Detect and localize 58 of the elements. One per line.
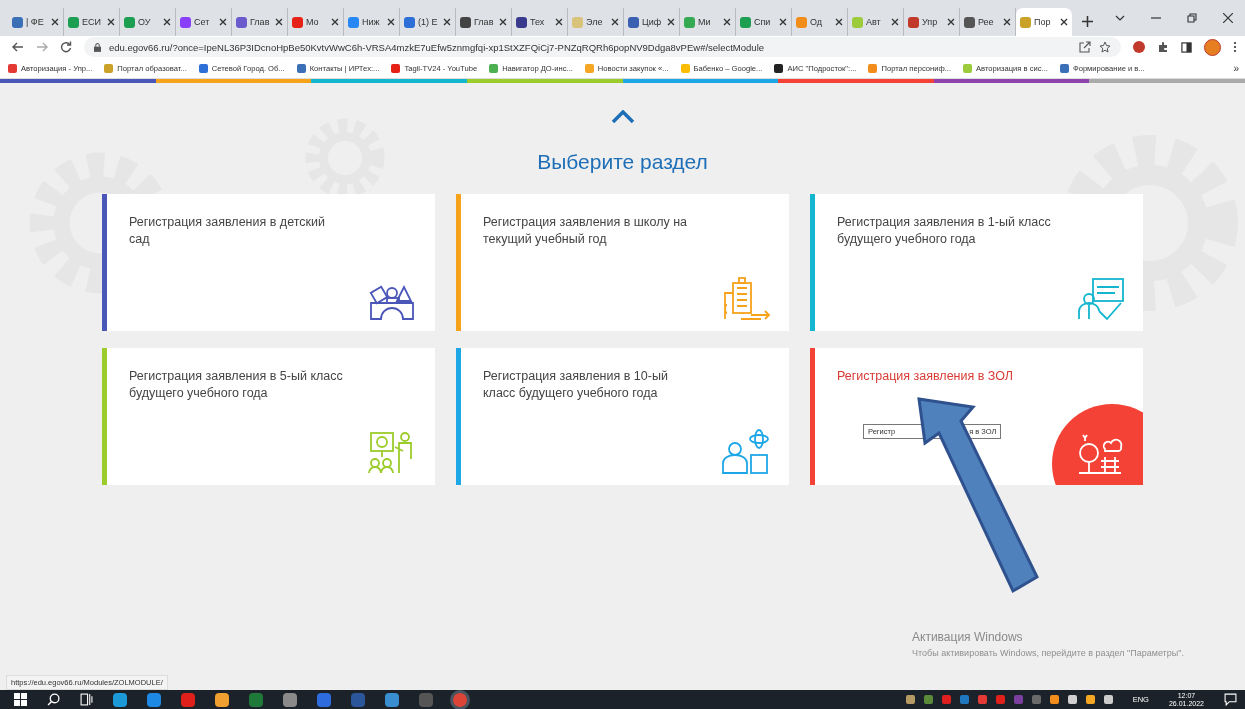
app-icon[interactable] <box>283 692 297 707</box>
collapse-icon[interactable] <box>610 110 635 124</box>
section-card[interactable]: Регистрация заявления в 5-ый класс будущего учебного года <box>102 348 435 485</box>
close-icon[interactable] <box>1003 18 1011 26</box>
close-icon[interactable] <box>163 18 171 26</box>
close-icon[interactable] <box>387 18 395 26</box>
student-science-icon <box>721 429 771 475</box>
close-icon[interactable] <box>835 18 843 26</box>
close-icon[interactable] <box>947 18 955 26</box>
search-icon[interactable] <box>47 693 60 706</box>
back-icon[interactable] <box>12 41 24 53</box>
close-icon[interactable] <box>1223 13 1233 23</box>
restore-icon[interactable] <box>1187 13 1197 23</box>
notifications-icon[interactable] <box>1224 693 1237 706</box>
app-icon[interactable] <box>147 692 161 707</box>
activation-title: Активация Windows <box>912 630 1024 644</box>
close-icon[interactable] <box>611 18 619 26</box>
app-icon[interactable] <box>181 692 195 707</box>
building-icon <box>721 275 771 321</box>
section-card[interactable]: Регистрация заявления в детский сад <box>102 194 435 331</box>
close-icon[interactable] <box>667 18 675 26</box>
windows-start-icon[interactable] <box>14 693 27 706</box>
section-card[interactable]: Регистрация заявления в 1-ый класс будущего учебного года <box>810 194 1143 331</box>
puzzle-icon[interactable] <box>1157 41 1169 53</box>
teacher-board-icon <box>1075 275 1125 321</box>
close-icon[interactable] <box>779 18 787 26</box>
browser-tab[interactable]: Пор <box>1016 8 1072 36</box>
close-icon[interactable] <box>219 18 227 26</box>
lock-icon <box>94 42 101 52</box>
star-icon[interactable] <box>1099 41 1111 53</box>
reload-icon[interactable] <box>60 41 72 53</box>
more-bookmarks-button[interactable]: » <box>1233 62 1239 74</box>
close-icon[interactable] <box>443 18 451 26</box>
close-icon[interactable] <box>107 18 115 26</box>
menu-icon[interactable] <box>1233 41 1237 53</box>
close-icon[interactable] <box>891 18 899 26</box>
task-view-icon[interactable] <box>80 693 93 706</box>
close-icon[interactable] <box>1060 18 1068 26</box>
profile-avatar[interactable] <box>1204 38 1221 56</box>
close-icon[interactable] <box>499 18 507 26</box>
app-icon[interactable] <box>113 692 127 707</box>
app-icon[interactable] <box>317 692 331 707</box>
share-icon[interactable] <box>1079 41 1091 53</box>
section-card[interactable]: Регистрация заявления в школу на текущий учебный год <box>456 194 789 331</box>
tab-search-icon[interactable] <box>1115 15 1125 21</box>
new-tab-icon[interactable] <box>1082 16 1093 27</box>
activation-text: Чтобы активировать Windows, перейдите в раздел "Параметры". <box>912 648 1184 658</box>
close-icon[interactable] <box>331 18 339 26</box>
close-icon[interactable] <box>723 18 731 26</box>
close-icon[interactable] <box>275 18 283 26</box>
app-icon[interactable] <box>215 692 229 707</box>
close-icon[interactable] <box>555 18 563 26</box>
close-icon[interactable] <box>51 18 59 26</box>
address-field[interactable]: edu.egov66.ru/?once=IpeNL36P3IDcnoHpBe50KvtvWwC6h-VRSA4mzkE7uEfw5znmgfqi-xp1StXZFQiCj7-PNZqRQRh6popNV9Ddga8vPEw#/selectModule <box>84 37 1121 57</box>
side-panel-icon[interactable] <box>1181 41 1192 53</box>
app-icon[interactable] <box>385 692 399 707</box>
page-heading: Выберите раздел <box>537 150 708 174</box>
section-card[interactable]: Регистрация заявления в 10-ый класс будущего учебного года <box>456 348 789 485</box>
